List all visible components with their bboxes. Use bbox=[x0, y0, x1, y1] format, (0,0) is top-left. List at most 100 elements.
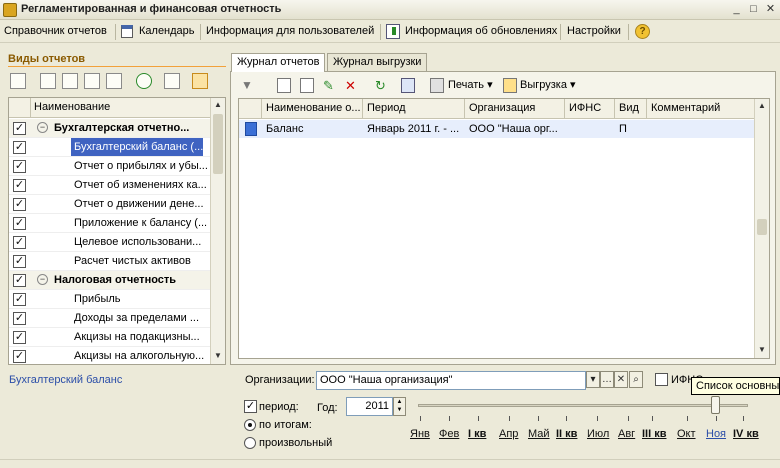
row-checkbox[interactable]: ✓ bbox=[13, 217, 26, 230]
column-header[interactable]: ИФНС bbox=[565, 99, 615, 119]
collapse-icon[interactable]: − bbox=[37, 122, 48, 133]
print-button[interactable]: Печать ▾ bbox=[448, 78, 493, 96]
month-link[interactable]: II кв bbox=[556, 428, 577, 440]
print-icon[interactable] bbox=[430, 78, 444, 93]
tree-view-icon[interactable] bbox=[192, 73, 208, 89]
close-button[interactable]: ✕ bbox=[763, 3, 778, 17]
hierarchy-icon[interactable] bbox=[84, 73, 100, 89]
edit-icon[interactable]: ✎ bbox=[323, 78, 337, 93]
column-header[interactable]: Вид bbox=[615, 99, 647, 119]
month-link[interactable]: I кв bbox=[468, 428, 486, 440]
month-link[interactable]: Окт bbox=[677, 428, 696, 440]
menu-user-info[interactable]: Информация для пользователей bbox=[206, 25, 374, 37]
month-slider-thumb[interactable] bbox=[711, 396, 720, 414]
tree-item-row[interactable]: ✓ Акцизы на алкогольную... bbox=[9, 347, 211, 364]
new-document-icon[interactable] bbox=[10, 73, 26, 89]
menu-directories[interactable]: Справочник отчетов bbox=[4, 25, 107, 37]
menu-updates[interactable]: Информация об обновлениях bbox=[405, 25, 557, 37]
scroll-up-icon[interactable]: ▲ bbox=[213, 100, 223, 110]
tree-item-row[interactable]: ✓ Акцизы на подакцизны... bbox=[9, 328, 211, 347]
help-icon[interactable]: ? bbox=[635, 24, 650, 39]
row-checkbox[interactable]: ✓ bbox=[13, 198, 26, 211]
scroll-thumb[interactable] bbox=[757, 219, 767, 235]
clear-icon[interactable]: ✕ bbox=[614, 371, 628, 388]
export-icon[interactable] bbox=[503, 78, 517, 93]
month-link[interactable]: Апр bbox=[499, 428, 518, 440]
name-column-header[interactable]: Наименование bbox=[34, 101, 110, 113]
select-button[interactable]: … bbox=[600, 371, 614, 388]
tree-item-row[interactable]: ✓ Расчет чистых активов bbox=[9, 252, 211, 271]
minimize-button[interactable]: _ bbox=[729, 3, 744, 17]
row-checkbox[interactable]: ✓ bbox=[13, 179, 26, 192]
spin-up-icon[interactable]: ▲ bbox=[394, 398, 405, 406]
dropdown-button[interactable]: ▾ bbox=[586, 371, 600, 388]
column-header[interactable]: Комментарий bbox=[647, 99, 755, 119]
month-link[interactable]: III кв bbox=[642, 428, 667, 440]
column-header[interactable]: Период bbox=[363, 99, 465, 119]
move-icon[interactable] bbox=[106, 73, 122, 89]
maximize-button[interactable]: □ bbox=[746, 3, 761, 17]
group-icon[interactable] bbox=[62, 73, 78, 89]
refresh-icon[interactable]: ↻ bbox=[375, 78, 389, 93]
month-link[interactable]: Авг bbox=[618, 428, 635, 440]
tab-journal[interactable]: Журнал отчетов bbox=[231, 53, 326, 72]
spin-down-icon[interactable]: ▼ bbox=[394, 406, 405, 414]
month-link[interactable]: Ноя bbox=[706, 428, 726, 440]
collapse-icon[interactable]: − bbox=[37, 274, 48, 285]
scroll-down-icon[interactable]: ▼ bbox=[757, 345, 767, 355]
row-checkbox[interactable]: ✓ bbox=[13, 160, 26, 173]
filter-icon[interactable]: ▼ bbox=[241, 78, 255, 93]
tree-item-row[interactable]: ✓ Доходы за пределами ... bbox=[9, 309, 211, 328]
year-field[interactable]: 2011 bbox=[346, 397, 393, 416]
tree-item-row[interactable]: ✓ Приложение к балансу (... bbox=[9, 214, 211, 233]
row-checkbox[interactable]: ✓ bbox=[13, 331, 26, 344]
tree-item-row[interactable]: ✓ Отчет о движении дене... bbox=[9, 195, 211, 214]
report-icon[interactable] bbox=[164, 73, 180, 89]
refresh-icon[interactable] bbox=[136, 73, 152, 89]
export-button[interactable]: Выгрузка ▾ bbox=[520, 78, 576, 96]
tree-scrollbar[interactable]: ▲ ▼ bbox=[210, 98, 225, 364]
year-spinner[interactable]: ▲ ▼ bbox=[393, 397, 406, 416]
menu-calendar[interactable]: Календарь bbox=[139, 25, 195, 37]
new-icon[interactable] bbox=[277, 78, 291, 93]
tree-item-row[interactable]: ✓ Прибыль bbox=[9, 290, 211, 309]
table-scrollbar[interactable]: ▲ ▼ bbox=[754, 99, 769, 358]
by-totals-radio[interactable] bbox=[244, 419, 256, 431]
row-checkbox[interactable]: ✓ bbox=[13, 141, 26, 154]
month-link[interactable]: Июл bbox=[587, 428, 609, 440]
month-link[interactable]: Янв bbox=[410, 428, 430, 440]
tree-group-row[interactable]: ✓ − Налоговая отчетность bbox=[9, 271, 211, 290]
delete-icon[interactable]: ✕ bbox=[345, 78, 359, 93]
tree-group-row[interactable]: ✓ − Бухгалтерская отчетно... bbox=[9, 119, 211, 138]
period-checkbox[interactable]: ✓ bbox=[244, 400, 257, 413]
row-checkbox[interactable]: ✓ bbox=[13, 236, 26, 249]
row-checkbox[interactable]: ✓ bbox=[13, 293, 26, 306]
arbitrary-radio[interactable] bbox=[244, 437, 256, 449]
month-link[interactable]: Май bbox=[528, 428, 550, 440]
tree-item-row[interactable]: ✓ Целевое использовани... bbox=[9, 233, 211, 252]
row-checkbox[interactable]: ✓ bbox=[13, 255, 26, 268]
row-checkbox[interactable]: ✓ bbox=[13, 312, 26, 325]
organization-field[interactable]: ООО "Наша организация" bbox=[316, 371, 586, 390]
selected-report-link[interactable]: Бухгалтерский баланс bbox=[9, 374, 122, 386]
scroll-down-icon[interactable]: ▼ bbox=[213, 351, 223, 361]
row-checkbox[interactable]: ✓ bbox=[13, 122, 26, 135]
ifns-checkbox[interactable] bbox=[655, 373, 668, 386]
menu-settings[interactable]: Настройки bbox=[567, 25, 621, 37]
check-icon[interactable] bbox=[401, 78, 415, 93]
search-icon[interactable]: ⌕ bbox=[629, 371, 643, 388]
scroll-up-icon[interactable]: ▲ bbox=[757, 101, 767, 111]
tree-item-row[interactable]: ✓ Отчет о прибылях и убы... bbox=[9, 157, 211, 176]
month-link[interactable]: IV кв bbox=[733, 428, 759, 440]
copy-icon[interactable] bbox=[40, 73, 56, 89]
column-header[interactable]: Наименование о... bbox=[262, 99, 363, 119]
month-slider-track[interactable] bbox=[418, 404, 748, 407]
row-checkbox[interactable]: ✓ bbox=[13, 350, 26, 363]
tab-export-journal[interactable]: Журнал выгрузки bbox=[327, 53, 428, 71]
tree-item-row[interactable]: ✓ Отчет об изменениях ка... bbox=[9, 176, 211, 195]
scroll-thumb[interactable] bbox=[213, 114, 223, 174]
row-checkbox[interactable]: ✓ bbox=[13, 274, 26, 287]
table-row[interactable]: Баланс Январь 2011 г. - ... ООО "Наша ор… bbox=[239, 120, 755, 138]
copy-icon[interactable] bbox=[300, 78, 314, 93]
tree-item-row[interactable]: ✓ Бухгалтерский баланс (... bbox=[9, 138, 211, 157]
